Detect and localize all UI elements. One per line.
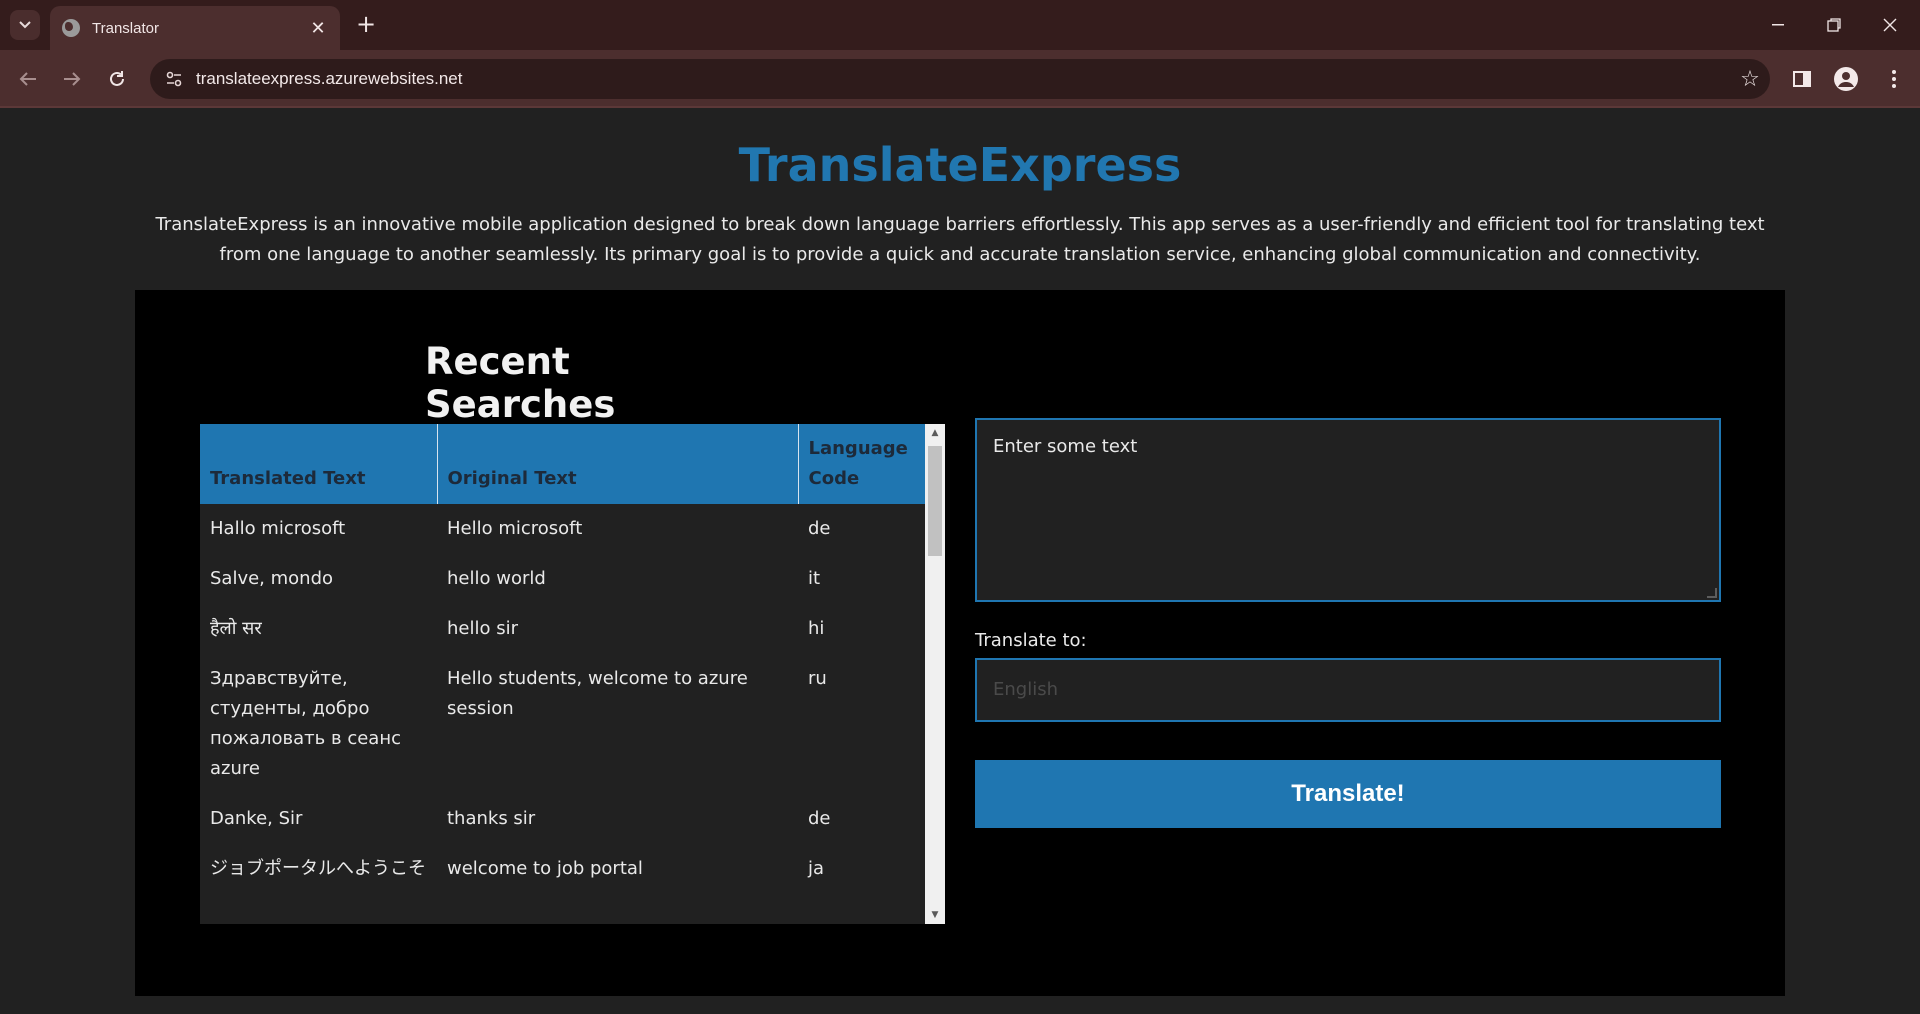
code-cell: hi [808,618,825,639]
code-cell: de [808,518,831,539]
column-translated-text: Translated Text [200,424,438,504]
resize-handle-icon[interactable] [1707,588,1717,598]
arrow-right-icon [64,72,81,86]
app-title: TranslateExpress [738,138,1182,192]
original-cell: hello world [447,568,546,589]
source-text-placeholder: Enter some text [993,436,1138,457]
original-cell: hello sir [447,618,518,639]
back-button[interactable] [12,63,44,95]
scroll-up-icon[interactable]: ▲ [925,424,945,442]
new-tab-button[interactable]: + [352,11,380,39]
table-scrollbar[interactable]: ▲ ▼ [925,424,945,924]
recent-searches-table[interactable]: Translated Text Original Text Language C… [200,424,945,924]
close-window-button[interactable] [1870,8,1910,42]
column-language-code: Language Code [798,424,925,504]
code-cell: ja [808,858,825,879]
reload-icon [110,71,124,86]
table-row: Salve, mondo hello world it [200,554,925,604]
restore-button[interactable] [1814,8,1854,42]
code-cell: it [808,568,821,589]
table-row: Danke, Sir thanks sir de [200,794,925,844]
original-cell: thanks sir [447,808,536,829]
table-row: ジョブポータルへようこそ welcome to job portal ja [200,844,925,894]
forward-button[interactable] [56,63,88,95]
minimize-button[interactable] [1758,8,1798,42]
globe-icon [62,19,80,37]
menu-kebab-icon[interactable] [1878,63,1910,95]
translate-to-label: Translate to: [975,630,1087,651]
scroll-down-icon[interactable]: ▼ [925,906,945,924]
table-header-row: Translated Text Original Text Language C… [200,424,925,504]
bookmark-star-icon[interactable]: ☆ [1730,67,1770,92]
tab-strip: Translator ✕ + [0,0,1920,50]
page-content: TranslateExpress TranslateExpress is an … [0,108,1920,1014]
close-icon [1883,18,1897,32]
browser-toolbar: translateexpress.azurewebsites.net ☆ [0,50,1920,108]
chevron-down-icon [19,21,31,29]
translate-button[interactable]: Translate! [975,760,1721,828]
code-cell: ru [808,668,827,689]
url-text: translateexpress.azurewebsites.net [196,69,463,88]
close-tab-icon[interactable]: ✕ [308,18,328,39]
app-description: TranslateExpress is an innovative mobile… [155,214,1765,265]
table-row: हैलो सर hello sir hi [200,604,925,654]
arrow-left-icon [19,72,36,86]
target-language-placeholder: English [993,679,1058,700]
translator-panel: Recent Searches Translated Text Original… [135,290,1785,996]
tab-search-button[interactable] [10,10,40,40]
translated-cell: Danke, Sir [210,808,303,829]
original-cell: Hello students, welcome to azure session [447,668,748,719]
site-settings-icon[interactable] [164,69,184,89]
reload-button[interactable] [101,63,133,95]
minimize-icon [1772,24,1784,26]
profile-icon[interactable] [1830,63,1862,95]
target-language-input[interactable]: English [975,658,1721,722]
translated-cell: Hallo microsoft [210,518,346,539]
code-cell: de [808,808,831,829]
table-row: Здравствуйте, студенты, добро пожаловать… [200,654,925,794]
original-cell: Hello microsoft [447,518,583,539]
original-cell: welcome to job portal [447,858,643,879]
translated-cell: ジョブポータルへようこそ [210,858,426,879]
side-panel-icon[interactable] [1786,63,1818,95]
recent-searches-title: Recent Searches [425,340,616,426]
restore-icon [1827,18,1841,32]
table-row: Hallo microsoft Hello microsoft de [200,504,925,554]
translated-cell: Salve, mondo [210,568,334,589]
translated-cell: Здравствуйте, студенты, добро пожаловать… [210,668,401,779]
browser-tab[interactable]: Translator ✕ [50,6,340,50]
column-original-text: Original Text [437,424,799,504]
translated-cell: हैलो सर [210,618,262,639]
address-bar[interactable]: translateexpress.azurewebsites.net ☆ [150,59,1770,99]
tab-title: Translator [92,19,159,37]
source-text-input[interactable]: Enter some text [975,418,1721,602]
scrollbar-thumb[interactable] [928,446,942,556]
